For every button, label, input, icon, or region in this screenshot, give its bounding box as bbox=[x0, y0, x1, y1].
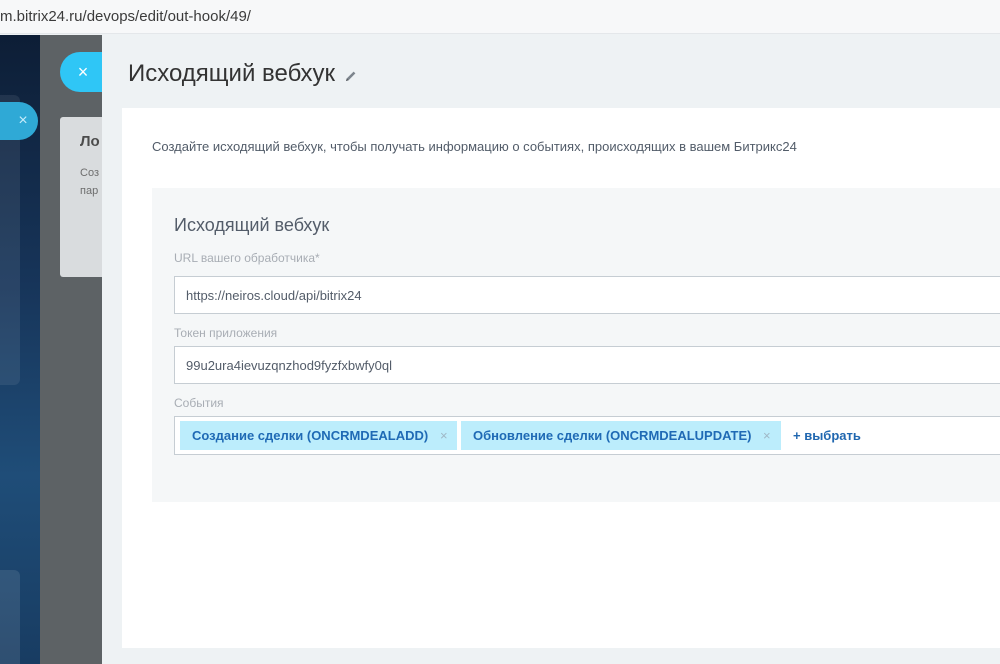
url-input[interactable]: https://neiros.cloud/api/bitrix24 bbox=[174, 276, 1000, 314]
form-title: Исходящий вебхук bbox=[174, 215, 330, 235]
event-tag-label: Создание сделки (ONCRMDEALADD) bbox=[192, 428, 429, 443]
browser-url-bar[interactable]: m.bitrix24.ru/devops/edit/out-hook/49/ bbox=[0, 0, 1000, 34]
event-tag-label: Обновление сделки (ONCRMDEALUPDATE) bbox=[473, 428, 752, 443]
background-card-text: пар bbox=[80, 185, 99, 197]
intro-text: Создайте исходящий вебхук, чтобы получат… bbox=[152, 139, 797, 154]
add-event-link[interactable]: + выбрать bbox=[793, 421, 861, 450]
token-input[interactable]: 99u2ura4ievuzqnzhod9fyzfxbwfy0ql bbox=[174, 346, 1000, 384]
pencil-icon[interactable] bbox=[345, 70, 357, 82]
url-label: URL вашего обработчика* bbox=[174, 251, 320, 265]
background-card-text: Соз bbox=[80, 167, 99, 179]
background-card-title: Ло bbox=[80, 133, 100, 150]
slider-panel: Исходящий вебхук Создайте исходящий вебх… bbox=[102, 35, 1000, 664]
token-label: Токен приложения bbox=[174, 326, 278, 340]
background-panel bbox=[0, 570, 20, 664]
slider-content: Создайте исходящий вебхук, чтобы получат… bbox=[122, 108, 1000, 648]
close-icon: × bbox=[77, 62, 89, 82]
token-value: 99u2ura4ievuzqnzhod9fyzfxbwfy0ql bbox=[186, 358, 392, 373]
tag-remove-icon[interactable]: × bbox=[440, 421, 448, 450]
tag-remove-icon[interactable]: × bbox=[763, 421, 771, 450]
background-slider-close-button[interactable]: × bbox=[0, 102, 38, 140]
page-title: Исходящий вебхук bbox=[128, 60, 336, 87]
url-value: https://neiros.cloud/api/bitrix24 bbox=[186, 288, 362, 303]
background-card: Ло Соз пар bbox=[60, 117, 102, 277]
slider-close-button[interactable]: × bbox=[60, 52, 104, 92]
close-icon: × bbox=[18, 112, 28, 129]
url-text[interactable]: m.bitrix24.ru/devops/edit/out-hook/49/ bbox=[0, 8, 251, 25]
event-tag: Создание сделки (ONCRMDEALADD) × bbox=[180, 421, 457, 450]
webhook-form: Исходящий вебхук URL вашего обработчика*… bbox=[152, 188, 1000, 502]
events-selector[interactable]: Создание сделки (ONCRMDEALADD) × Обновле… bbox=[174, 416, 1000, 455]
events-label: События bbox=[174, 396, 224, 410]
event-tag: Обновление сделки (ONCRMDEALUPDATE) × bbox=[461, 421, 781, 450]
